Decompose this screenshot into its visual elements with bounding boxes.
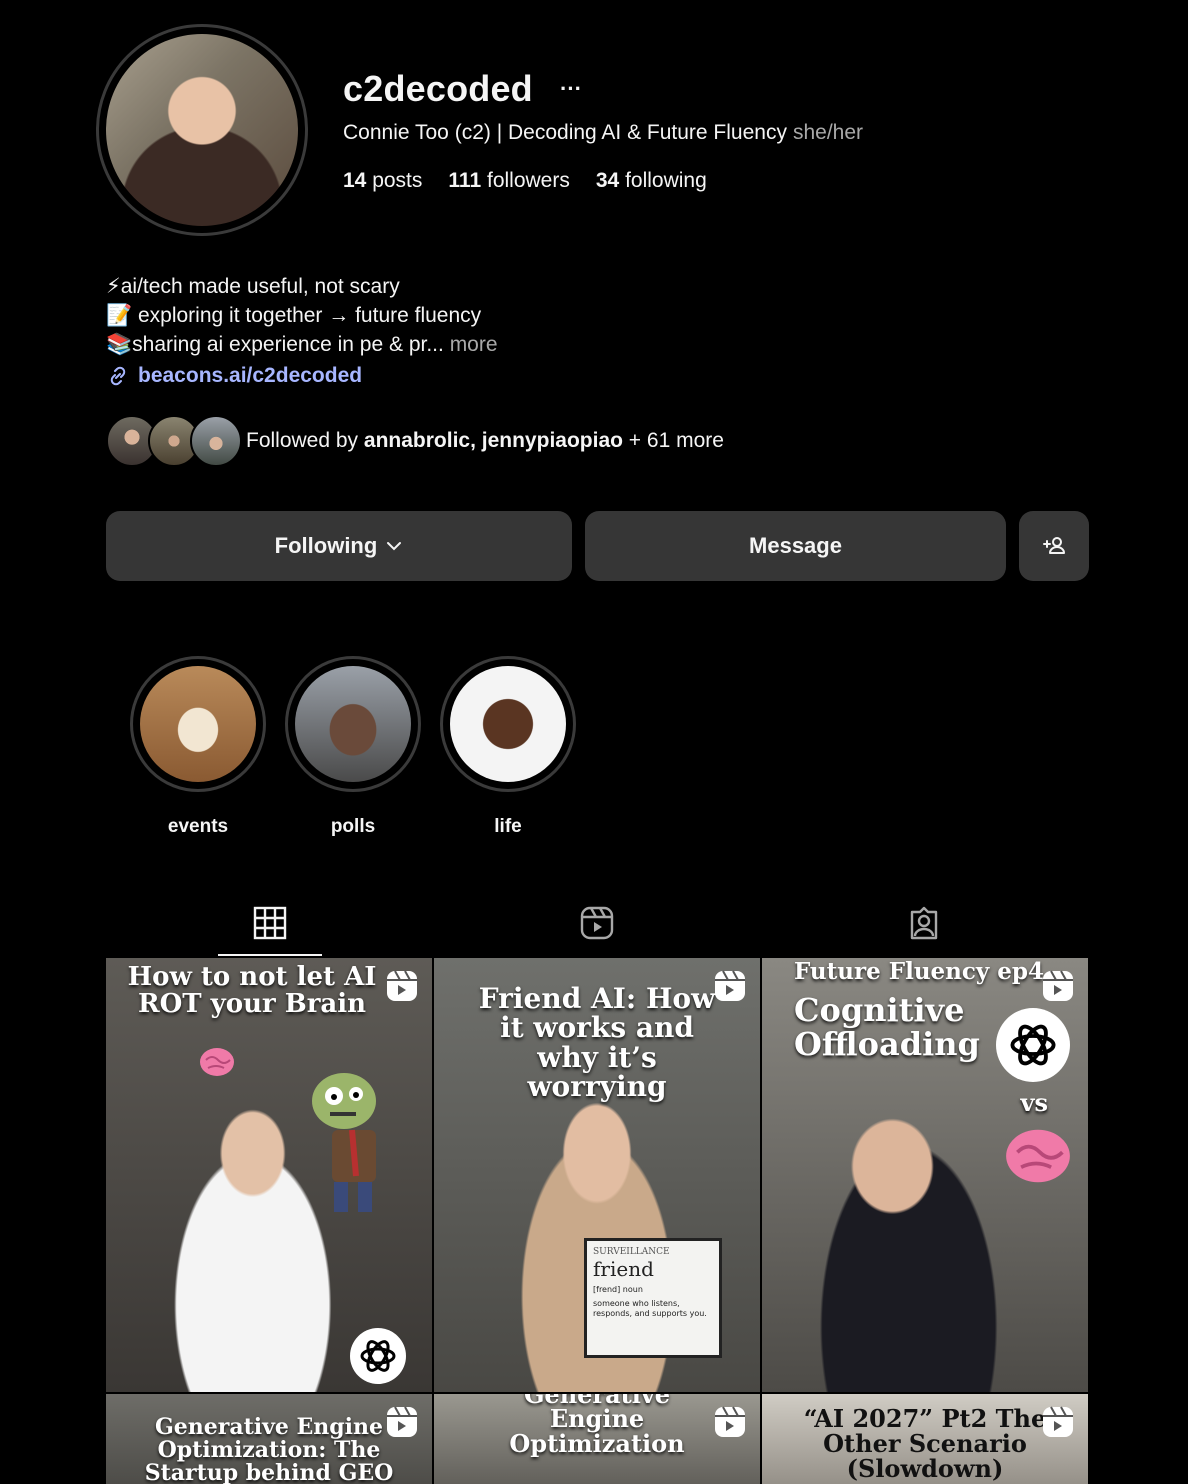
profile-link[interactable]: beacons.ai/c2decoded (106, 364, 362, 388)
profile-stats: 14 posts 111 followers 34 following (343, 169, 707, 193)
posts-stat: 14 posts (343, 169, 422, 193)
tab-reels[interactable] (545, 890, 649, 956)
highlight-ring (440, 656, 576, 792)
message-button-label: Message (749, 533, 842, 558)
following-count: 34 (595, 169, 620, 192)
highlight-label: life (494, 816, 522, 837)
reel-icon (387, 970, 417, 1001)
versus-label: vs (1020, 1088, 1048, 1117)
followers-label: followers (486, 169, 570, 192)
reel-icon (715, 970, 745, 1001)
chevron-down-icon (387, 542, 402, 551)
highlight-label: polls (330, 816, 376, 837)
following-stat[interactable]: 34 following (596, 169, 707, 193)
full-name-text: Connie Too (c2) | Decoding AI & Future F… (343, 121, 787, 144)
profile-tabs (106, 890, 1088, 956)
highlight-image (140, 666, 256, 782)
profile-avatar[interactable] (96, 24, 308, 236)
post-caption: Engine Optimization (509, 1404, 685, 1459)
highlight-image (295, 666, 411, 782)
followers-stat[interactable]: 111 followers (448, 169, 569, 193)
bio-line: 📝 exploring it together → future fluency (106, 304, 482, 327)
bio: ⚡ai/tech made useful, not scary 📝 explor… (106, 272, 498, 359)
username: c2decoded (343, 68, 533, 109)
bio-line: ⚡ai/tech made useful, not scary (106, 275, 400, 298)
chatgpt-logo-icon (996, 1008, 1070, 1082)
post-caption: Friend AI: How it works and why it’s wor… (478, 982, 716, 1104)
posts-label: posts (372, 169, 423, 192)
post-thumbnail[interactable]: Friend AI: How it works and why it’s wor… (434, 958, 760, 1392)
mutual-avatar (190, 415, 242, 467)
reel-icon (387, 1406, 417, 1437)
story-highlight[interactable]: life (440, 656, 576, 838)
bio-line-text: 📚sharing ai experience in pe & pr... (106, 333, 444, 356)
post-thumbnail[interactable]: Future Fluency ep4 Cognitive Offloading … (762, 958, 1088, 1392)
post-caption: Generative Engine Optimization: The Star… (144, 1414, 394, 1484)
bio-more-link[interactable]: more (450, 333, 498, 356)
reel-icon (1043, 1406, 1073, 1437)
following-button[interactable]: Following (106, 511, 572, 581)
followers-count: 111 (448, 169, 482, 192)
tagged-icon (911, 906, 938, 940)
full-name: Connie Too (c2) | Decoding AI & Future F… (343, 121, 863, 145)
posts-grid: How to not let AI ROT your Brain Friend … (106, 958, 1088, 1484)
definition-card: SURVEILLANCE friend [frend] noun someone… (584, 1238, 722, 1358)
profile-link-text: beacons.ai/c2decoded (138, 364, 363, 387)
reels-icon (580, 906, 614, 940)
add-user-icon (1043, 537, 1065, 554)
link-icon (110, 366, 126, 386)
zombie-sticker (312, 1073, 376, 1212)
following-label: following (625, 169, 707, 192)
followed-by-names: annabrolic, jennypiaopiao (363, 429, 623, 452)
card-word: friend (593, 1257, 654, 1281)
bio-line: 📚sharing ai experience in pe & pr... mor… (106, 330, 498, 359)
post-caption: How to not let AI ROT your Brain (127, 962, 377, 1020)
post-thumbnail[interactable]: Generative Engine Optimization: The Star… (106, 1394, 432, 1484)
avatar-image (106, 34, 298, 226)
followed-by[interactable]: Followed by annabrolic, jennypiaopiao + … (106, 415, 724, 467)
mutual-avatars (106, 415, 242, 467)
suggest-users-button[interactable] (1019, 511, 1089, 581)
reel-icon (715, 1406, 745, 1437)
post-thumbnail[interactable]: How to not let AI ROT your Brain (106, 958, 432, 1392)
card-pos: [frend] noun (593, 1285, 643, 1294)
message-button[interactable]: Message (585, 511, 1006, 581)
posts-count: 14 (343, 169, 367, 192)
post-caption: “AI 2027” Pt2 The Other Scenario (Slowdo… (803, 1404, 1047, 1484)
followed-by-prefix: Followed by (246, 429, 359, 452)
followed-by-suffix: + 61 more (628, 429, 724, 452)
card-scrawl: SURVEILLANCE (593, 1247, 670, 1257)
post-caption: Cognitive Offloading (794, 991, 980, 1063)
highlight-label: events (167, 816, 229, 837)
chatgpt-logo-icon (350, 1328, 406, 1384)
reel-icon (1043, 970, 1073, 1001)
pronouns: she/her (792, 121, 864, 144)
story-highlight[interactable]: polls (285, 656, 421, 838)
highlight-ring (285, 656, 421, 792)
brain-icon (200, 1048, 234, 1076)
grid-icon (253, 906, 286, 940)
card-definition: someone who listens, responds, and suppo… (593, 1299, 707, 1318)
story-highlight[interactable]: events (130, 656, 266, 838)
more-options-button[interactable]: ··· (560, 76, 582, 102)
following-button-label: Following (274, 533, 378, 558)
highlight-ring (130, 656, 266, 792)
brain-icon (1006, 1129, 1070, 1183)
highlight-image (450, 666, 566, 782)
tab-posts[interactable] (217, 890, 322, 956)
post-thumbnail[interactable]: “AI 2027” Pt2 The Other Scenario (Slowdo… (762, 1394, 1088, 1484)
post-thumbnail[interactable]: Generative Engine Optimization (434, 1394, 760, 1484)
tab-tagged[interactable] (872, 890, 976, 956)
